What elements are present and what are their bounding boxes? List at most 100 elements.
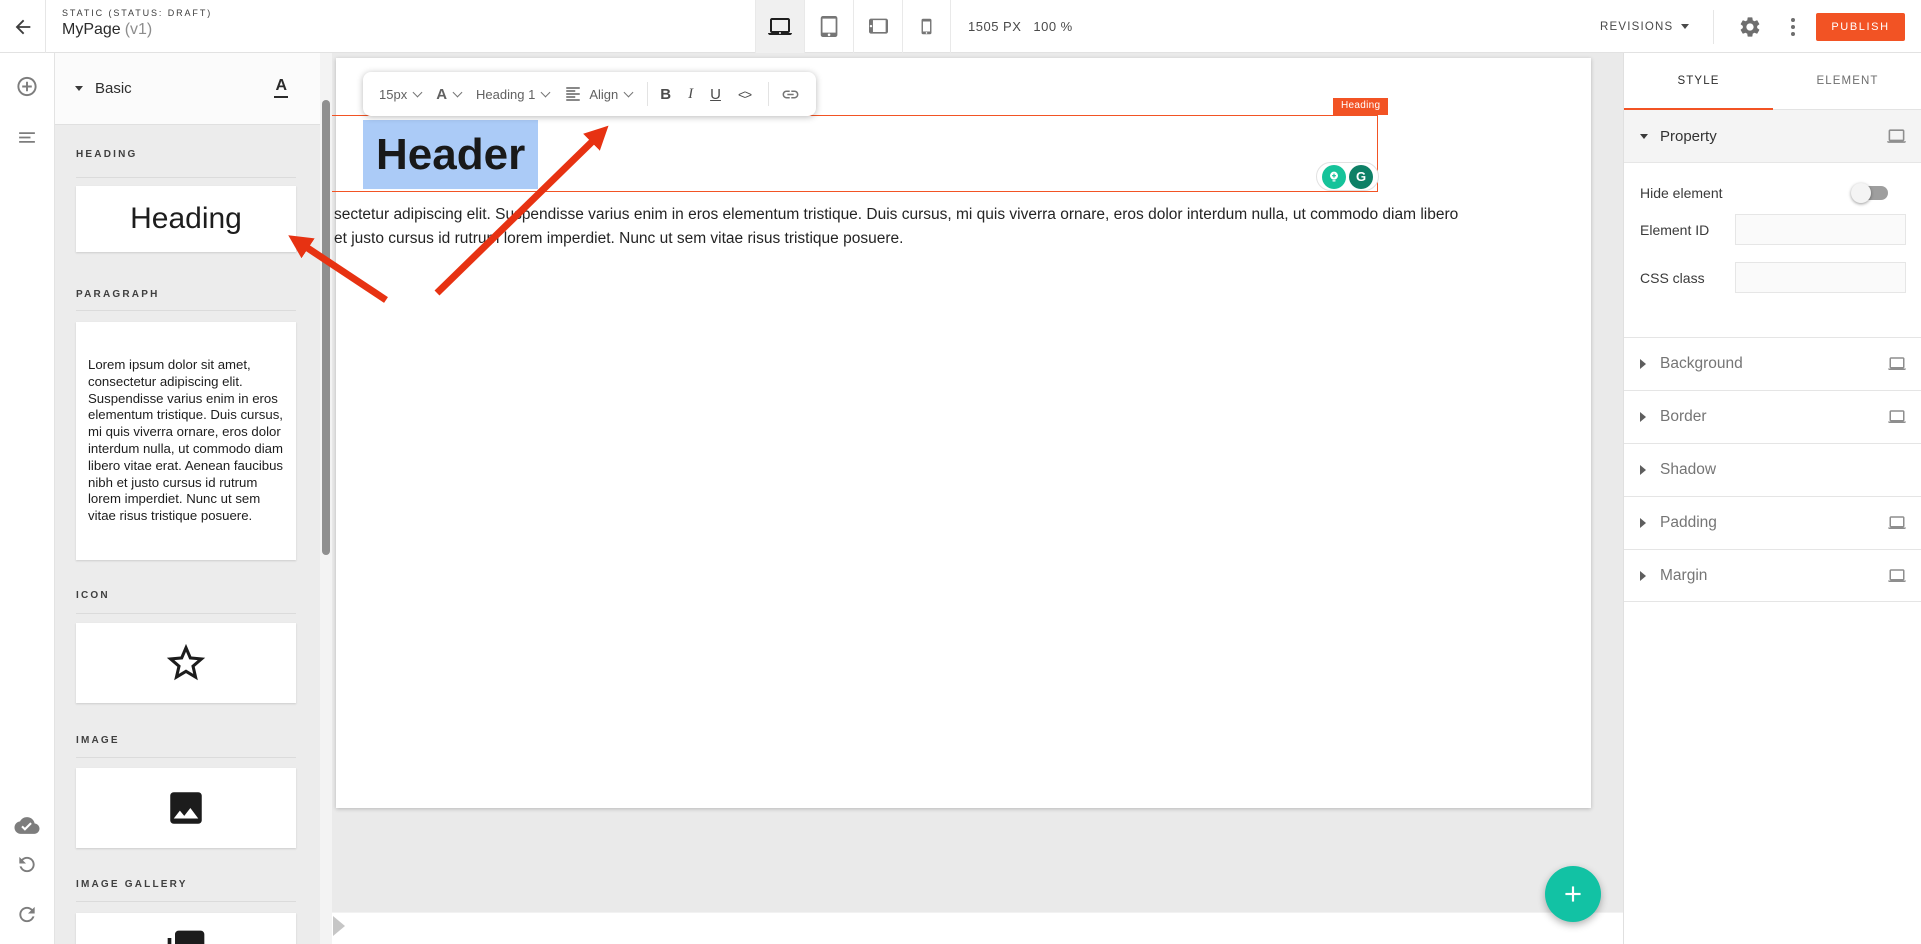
icon-element-card[interactable] <box>76 623 296 703</box>
add-element-panel-button[interactable] <box>16 75 39 103</box>
paragraph-preview-text: Lorem ipsum dolor sit amet, consectetur … <box>76 344 296 538</box>
page-paragraph-text[interactable]: sectetur adipiscing elit. Suspendisse va… <box>334 203 1458 250</box>
italic-button[interactable]: I <box>688 86 693 103</box>
padding-label: Padding <box>1660 514 1717 532</box>
css-class-input[interactable] <box>1735 262 1906 293</box>
paragraph-line-2: et justo cursus id rutrum lorem imperdie… <box>334 227 1458 251</box>
chevron-down-icon <box>624 87 634 97</box>
border-label: Border <box>1660 408 1707 426</box>
laptop-icon <box>768 15 792 39</box>
page-title-text: MyPage <box>62 21 121 38</box>
redo-icon <box>16 903 39 926</box>
element-id-input[interactable] <box>1735 214 1906 245</box>
tab-style[interactable]: STYLE <box>1624 53 1773 109</box>
link-button[interactable] <box>781 85 800 104</box>
divider <box>76 310 296 311</box>
star-icon <box>163 640 209 686</box>
grammarly-assistant-pill[interactable]: G <box>1316 162 1379 191</box>
device-tablet-landscape-button[interactable] <box>853 0 902 53</box>
settings-button[interactable] <box>1726 0 1774 53</box>
bold-button[interactable]: B <box>660 86 671 103</box>
more-options-button[interactable] <box>1777 0 1809 53</box>
suggestion-bulb-icon[interactable] <box>1322 165 1346 189</box>
element-id-label: Element ID <box>1640 222 1709 238</box>
text-selection-highlight[interactable]: Header <box>363 120 538 189</box>
property-section-header[interactable]: Property <box>1624 110 1921 163</box>
css-class-row: CSS class <box>1624 262 1921 294</box>
link-icon <box>781 85 800 104</box>
section-margin[interactable]: Margin <box>1624 549 1921 602</box>
add-element-fab[interactable] <box>1545 866 1601 922</box>
page-heading-text[interactable]: Header <box>376 130 525 180</box>
section-background[interactable]: Background <box>1624 337 1921 390</box>
hide-element-toggle[interactable] <box>1853 183 1890 203</box>
element-navigator-button[interactable] <box>17 127 38 153</box>
section-label-icon: ICON <box>76 590 110 601</box>
responsive-desktop-icon[interactable] <box>1888 514 1906 532</box>
chevron-right-icon <box>1640 412 1646 422</box>
responsive-desktop-icon[interactable] <box>1888 567 1906 585</box>
device-desktop-button[interactable] <box>755 0 804 53</box>
align-dropdown[interactable]: Align <box>564 85 632 103</box>
section-border[interactable]: Border <box>1624 390 1921 443</box>
canvas-dimensions: 1505 PX 100 % <box>968 0 1073 53</box>
panel-expand-handle[interactable] <box>333 916 345 936</box>
editor-canvas[interactable]: Heading Header G sectetur adipiscing eli… <box>332 53 1623 944</box>
heading-preview-text: Heading <box>130 202 242 236</box>
canvas-bottom-bar <box>332 912 1623 944</box>
image-gallery-element-card[interactable] <box>76 913 296 944</box>
image-element-card[interactable] <box>76 768 296 848</box>
back-button[interactable] <box>0 0 45 53</box>
device-mobile-button[interactable] <box>902 0 951 53</box>
revisions-dropdown[interactable]: REVISIONS <box>1600 0 1689 53</box>
underline-button[interactable]: U <box>710 86 721 103</box>
margin-label: Margin <box>1660 567 1707 585</box>
font-size-dropdown[interactable]: 15px <box>379 87 421 102</box>
grammarly-icon[interactable]: G <box>1349 165 1373 189</box>
paragraph-element-card[interactable]: Lorem ipsum dolor sit amet, consectetur … <box>76 322 296 560</box>
chevron-down-icon <box>1681 24 1689 29</box>
align-label: Align <box>589 87 618 102</box>
redo-button[interactable] <box>16 903 39 931</box>
css-class-label: CSS class <box>1640 270 1705 286</box>
section-shadow[interactable]: Shadow <box>1624 443 1921 496</box>
undo-icon <box>16 853 39 876</box>
gear-icon <box>1738 15 1762 39</box>
basic-group-label: Basic <box>95 80 132 97</box>
basic-group-header[interactable]: Basic <box>55 53 332 125</box>
zoom-level-value: 100 % <box>1033 19 1072 34</box>
code-button[interactable]: <> <box>738 87 751 102</box>
hide-element-label: Hide element <box>1640 185 1723 201</box>
kebab-dot <box>1791 18 1795 22</box>
chevron-right-icon <box>1640 518 1646 528</box>
divider <box>76 177 296 178</box>
sidebar-scrollbar-thumb[interactable] <box>322 100 330 555</box>
align-left-icon <box>564 85 582 103</box>
tablet-icon <box>819 16 840 37</box>
block-format-value: Heading 1 <box>476 87 535 102</box>
responsive-desktop-icon[interactable] <box>1888 355 1906 373</box>
page-builder-app: STATIC (STATUS: DRAFT) MyPage(v1) 1505 P… <box>0 0 1921 944</box>
publish-button[interactable]: PUBLISH <box>1816 13 1905 41</box>
block-format-dropdown[interactable]: Heading 1 <box>476 87 549 102</box>
tab-element[interactable]: ELEMENT <box>1773 53 1921 109</box>
smartphone-icon <box>918 18 935 35</box>
page-title-block: STATIC (STATUS: DRAFT) MyPage(v1) <box>62 8 212 39</box>
revisions-label: REVISIONS <box>1600 21 1673 33</box>
responsive-desktop-icon[interactable] <box>1888 408 1906 426</box>
divider <box>76 901 296 902</box>
heading-element-card[interactable]: Heading <box>76 186 296 252</box>
text-category-icon[interactable]: A <box>274 77 288 98</box>
selected-element-tag: Heading <box>1333 98 1388 115</box>
elements-sidebar: Basic A HEADING Heading PARAGRAPH Lorem … <box>55 53 332 944</box>
image-gallery-icon <box>164 927 208 944</box>
chevron-down-icon <box>1640 134 1648 139</box>
canvas-width-value: 1505 PX <box>968 19 1021 34</box>
image-icon <box>165 787 207 829</box>
undo-button[interactable] <box>16 853 39 881</box>
device-tablet-button[interactable] <box>804 0 853 53</box>
font-color-dropdown[interactable]: A <box>436 86 461 103</box>
section-padding[interactable]: Padding <box>1624 496 1921 549</box>
divider <box>647 82 648 106</box>
responsive-desktop-icon[interactable] <box>1887 127 1906 146</box>
